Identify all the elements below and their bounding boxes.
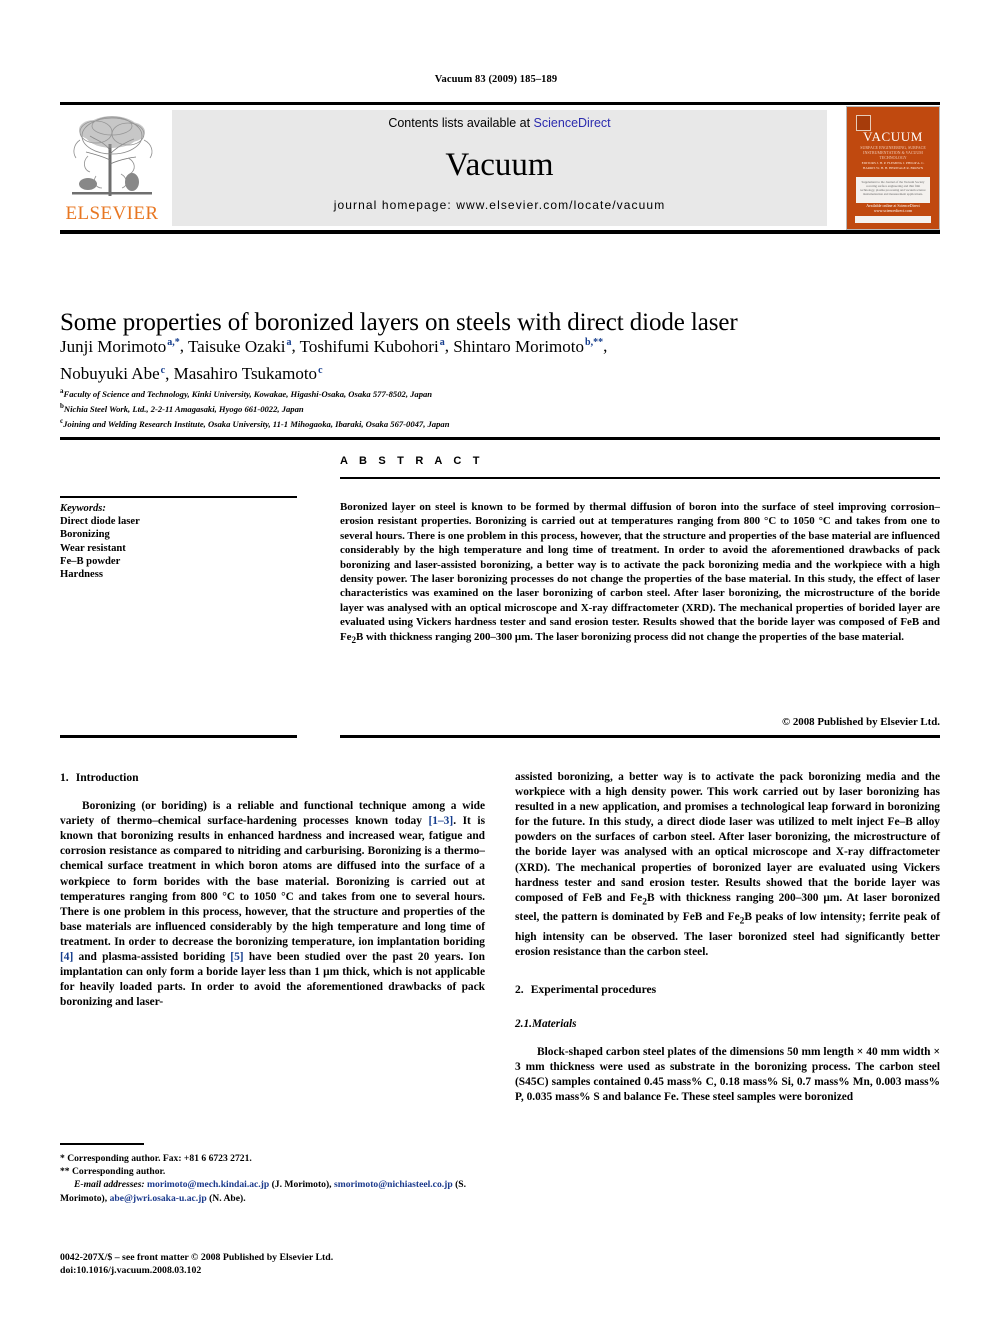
author-5-marks: c: [160, 364, 166, 376]
section-1-heading: 1. Introduction: [60, 770, 485, 785]
cover-editors: EDITORS J. H. P. FLEMING J. PHILIP A. C.…: [861, 161, 925, 170]
imprint-doi: doi:10.1016/j.vacuum.2008.03.102: [60, 1264, 202, 1276]
section-1-paragraph: Boronizing (or boriding) is a reliable a…: [60, 799, 485, 1010]
keyword-item: Wear resistant: [60, 542, 126, 554]
masthead-bottom-rule: [60, 230, 940, 234]
affiliation-list: aFaculty of Science and Technology, Kink…: [60, 385, 940, 430]
abstract-copyright: © 2008 Published by Elsevier Ltd.: [781, 716, 940, 728]
journal-title: Vacuum: [445, 147, 554, 183]
section-1-number: 1.: [60, 771, 69, 784]
materials-paragraph: Block-shaped carbon steel plates of the …: [515, 1045, 940, 1104]
abstract-divider-rule: [340, 477, 940, 479]
keyword-item: Direct diode laser: [60, 516, 140, 528]
email-owner-3: (N. Abe).: [206, 1192, 246, 1204]
intro-text-c: and plasma-assisted boriding: [73, 951, 231, 964]
abstract-top-rule: [60, 437, 940, 440]
footnote-emails: E-mail addresses: morimoto@mech.kindai.a…: [60, 1178, 485, 1204]
author-2-name: Taisuke Ozaki: [187, 336, 286, 356]
elsevier-wordmark: ELSEVIER: [65, 203, 159, 224]
citation-1-3[interactable]: [1–3]: [429, 815, 454, 827]
contents-prefix: Contents lists available at: [388, 116, 534, 130]
email-link-1[interactable]: morimoto@mech.kindai.ac.jp: [147, 1179, 269, 1190]
journal-masthead: ELSEVIER Contents lists available at Sci…: [60, 102, 940, 234]
section-2-heading: 2. Experimental procedures: [515, 982, 940, 997]
affiliation-a-text: Faculty of Science and Technology, Kinki…: [63, 388, 433, 399]
author-3-name: Toshifumi Kubohori: [299, 336, 439, 356]
intro-text-b: . It is known that boronizing results in…: [60, 815, 486, 948]
imprint-block: 0042-207X/$ – see front matter © 2008 Pu…: [60, 1252, 560, 1277]
email-addresses-label: E-mail addresses:: [74, 1179, 145, 1191]
author-5-name: Nobuyuki Abe: [60, 364, 160, 384]
abstract-text: Boronized layer on steel is known to be …: [340, 501, 940, 645]
affiliation-c-text: Joining and Welding Research Institute, …: [63, 419, 450, 430]
subsection-2-1-number: 2.1.: [515, 1017, 532, 1030]
author-1-name: Junji Morimoto: [60, 336, 167, 356]
journal-homepage-link[interactable]: journal homepage: www.elsevier.com/locat…: [172, 198, 827, 212]
email-link-3[interactable]: abe@jwri.osaka-u.ac.jp: [110, 1193, 207, 1204]
affiliation-c: cJoining and Welding Research Institute,…: [60, 415, 940, 430]
author-1-marks: a,*: [167, 337, 180, 348]
running-head: Vacuum 83 (2009) 185–189: [434, 74, 558, 85]
subsection-2-1-heading: 2.1.Materials: [515, 1017, 940, 1032]
author-6: Masahiro Tsukamotoc: [174, 364, 323, 383]
citation-5[interactable]: [5]: [230, 951, 243, 963]
elsevier-logo: ELSEVIER: [62, 108, 162, 228]
author-list: Junji Morimotoa,*, Taisuke Ozakia, Toshi…: [60, 336, 608, 384]
author-5: Nobuyuki Abec: [60, 364, 165, 383]
cover-title: VACUUM: [863, 129, 923, 144]
subsection-2-1-title: Materials: [531, 1017, 577, 1030]
keyword-item: Boronizing: [60, 529, 110, 541]
masthead-top-rule: [60, 102, 940, 105]
keywords-title: Keywords:: [60, 503, 106, 514]
author-6-marks: c: [318, 364, 323, 376]
elsevier-tree-icon: [66, 110, 158, 202]
footnote-corresponding-2: ** Corresponding author.: [60, 1166, 166, 1178]
email-owner-1: (J. Morimoto),: [269, 1179, 334, 1191]
abstract-bottom-rule-left: [60, 735, 297, 738]
footnote-block: * Corresponding author. Fax: +81 6 6723 …: [60, 1152, 485, 1205]
keywords-top-rule: [60, 496, 297, 498]
section-2-number: 2.: [515, 982, 524, 996]
footnote-separator: [60, 1143, 144, 1145]
body-column-left: 1. Introduction Boronizing (or boriding) …: [60, 770, 485, 1010]
author-2-marks: a: [286, 337, 292, 348]
keyword-item: Hardness: [60, 569, 103, 581]
cover-bottom-bar: [855, 216, 931, 223]
author-4-name: Shintaro Morimoto: [453, 336, 585, 356]
keyword-item: Fe–B powder: [60, 555, 121, 567]
affiliation-b: bNichia Steel Work, Ltd., 2-2-11 Amagasa…: [60, 400, 940, 415]
author-4-marks: b,**: [585, 337, 604, 348]
paper-page: Vacuum 83 (2009) 185–189 ELSEVIER Conten…: [0, 0, 992, 1323]
author-4: Shintaro Morimotob,**: [453, 337, 603, 356]
contents-line: Contents lists available at ScienceDirec…: [172, 116, 827, 130]
author-1: Junji Morimotoa,*: [60, 337, 180, 356]
body-column-right: assisted boronizing, a better way is to …: [515, 770, 940, 1105]
cover-subtitle: SURFACE ENGINEERING, SURFACE INSTRUMENTA…: [860, 145, 926, 160]
author-3-marks: a: [439, 337, 445, 348]
author-2: Taisuke Ozakia: [188, 337, 291, 356]
cover-inner: VACUUM SURFACE ENGINEERING, SURFACE INST…: [851, 111, 935, 225]
journal-cover-thumbnail: VACUUM SURFACE ENGINEERING, SURFACE INST…: [846, 106, 940, 230]
intro-text-a: Boronizing (or boriding) is a reliable a…: [60, 800, 485, 828]
keywords-block: Keywords: Direct diode laser Boronizing …: [60, 502, 310, 581]
section-2-title: Experimental procedures: [530, 982, 657, 996]
abstract-heading: A B S T R A C T: [340, 455, 484, 467]
abstract-bottom-rule-right: [340, 735, 940, 738]
cover-abstract-box: Supplement to the Journal of the Vacuum …: [856, 177, 930, 203]
cover-blurb: Supplement to the Journal of the Vacuum …: [860, 180, 926, 196]
author-3: Toshifumi Kubohoria: [300, 337, 445, 356]
affiliation-a: aFaculty of Science and Technology, Kink…: [60, 385, 940, 400]
citation-4[interactable]: [4]: [60, 951, 73, 963]
cover-footer: Available online at ScienceDirect www.sc…: [866, 203, 920, 213]
footnote-corresponding-1: * Corresponding author. Fax: +81 6 6723 …: [60, 1153, 252, 1164]
imprint-line-1: 0042-207X/$ – see front matter © 2008 Pu…: [60, 1252, 334, 1263]
sciencedirect-link[interactable]: ScienceDirect: [534, 116, 611, 130]
author-6-name: Masahiro Tsukamoto: [173, 364, 318, 384]
affiliation-b-text: Nichia Steel Work, Ltd., 2-2-11 Amagasak…: [63, 404, 304, 415]
sciencedirect-band: Contents lists available at ScienceDirec…: [172, 110, 827, 226]
email-link-2[interactable]: smorimoto@nichiasteel.co.jp: [334, 1179, 453, 1190]
intro-continuation-paragraph: assisted boronizing, a better way is to …: [515, 771, 940, 958]
section-1-title: Introduction: [75, 771, 139, 784]
